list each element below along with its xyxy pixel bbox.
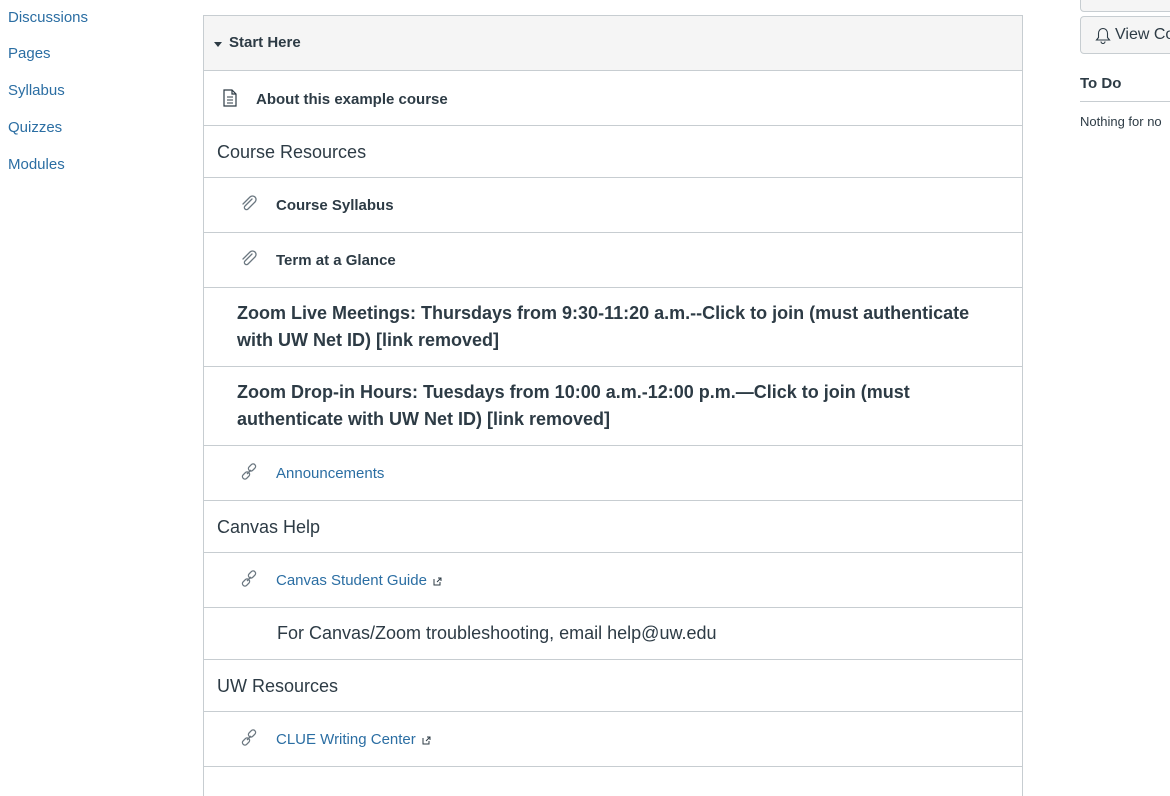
module-item-link[interactable]: Canvas Student Guide (204, 553, 1022, 608)
external-link-icon (422, 736, 431, 745)
module-title: Start Here (229, 34, 301, 51)
view-button-label[interactable]: View Co (1115, 26, 1170, 44)
subheader-title: Course Resources (217, 142, 367, 162)
module-subheader: Course Resources (204, 126, 1022, 178)
caret-down-icon[interactable] (214, 40, 222, 48)
link-icon (241, 463, 257, 480)
nav-link-discussions[interactable]: Discussions (8, 9, 88, 26)
external-link-icon (433, 577, 442, 586)
subheader-title: UW Resources (217, 676, 339, 696)
view-course-notifications-button[interactable]: View Co (1080, 16, 1170, 54)
nav-link-syllabus[interactable]: Syllabus (8, 82, 65, 99)
module-item-text: For Canvas/Zoom troubleshooting, email h… (204, 608, 1022, 660)
module-item-title[interactable]: About this example course (256, 91, 448, 108)
module-item-text: Zoom Drop-in Hours: Tuesdays from 10:00 … (204, 367, 1022, 446)
canvas-student-guide-link[interactable]: Canvas Student Guide (276, 572, 442, 589)
nav-link-modules[interactable]: Modules (8, 156, 65, 173)
clue-writing-center-link[interactable]: CLUE Writing Center (276, 731, 431, 748)
link-icon (241, 729, 257, 746)
text-header: Zoom Live Meetings: Thursdays from 9:30-… (237, 303, 970, 350)
todo-empty-message: Nothing for no (1080, 114, 1162, 129)
link-label[interactable]: Canvas Student Guide (276, 572, 427, 589)
module-item-file[interactable]: Term at a Glance (204, 233, 1022, 288)
divider (1080, 101, 1170, 102)
troubleshooting-text: For Canvas/Zoom troubleshooting, email h… (277, 623, 717, 643)
paperclip-icon (242, 195, 257, 211)
text-header: Zoom Drop-in Hours: Tuesdays from 10:00 … (237, 382, 910, 429)
todo-heading: To Do (1080, 75, 1122, 92)
module-item-title[interactable]: Term at a Glance (276, 252, 396, 269)
bell-icon (1095, 27, 1111, 44)
nav-link-pages[interactable]: Pages (8, 45, 51, 62)
module-item-title[interactable]: Course Syllabus (276, 197, 394, 214)
link-icon (241, 570, 257, 587)
module-item-link[interactable]: CLUE Writing Center (204, 712, 1022, 767)
document-icon (223, 89, 237, 107)
module-subheader: Canvas Help (204, 501, 1022, 553)
module-item-page[interactable]: About this example course (204, 71, 1022, 126)
right-sidebar: View Co To Do Nothing for no (1080, 0, 1170, 780)
subheader-title: Canvas Help (217, 517, 321, 537)
sidebar-button-cropped[interactable] (1080, 0, 1170, 12)
module-header[interactable]: Start Here (204, 16, 1022, 71)
module-item-text: Zoom Live Meetings: Thursdays from 9:30-… (204, 288, 1022, 367)
module-subheader: UW Resources (204, 660, 1022, 712)
module-start-here: Start Here About this example course Cou… (203, 15, 1023, 796)
nav-link-quizzes[interactable]: Quizzes (8, 119, 62, 136)
link-label[interactable]: CLUE Writing Center (276, 731, 416, 748)
module-item-file[interactable]: Course Syllabus (204, 178, 1022, 233)
module-item-link[interactable]: Announcements (204, 446, 1022, 501)
announcements-link[interactable]: Announcements (276, 465, 384, 482)
paperclip-icon (242, 250, 257, 266)
